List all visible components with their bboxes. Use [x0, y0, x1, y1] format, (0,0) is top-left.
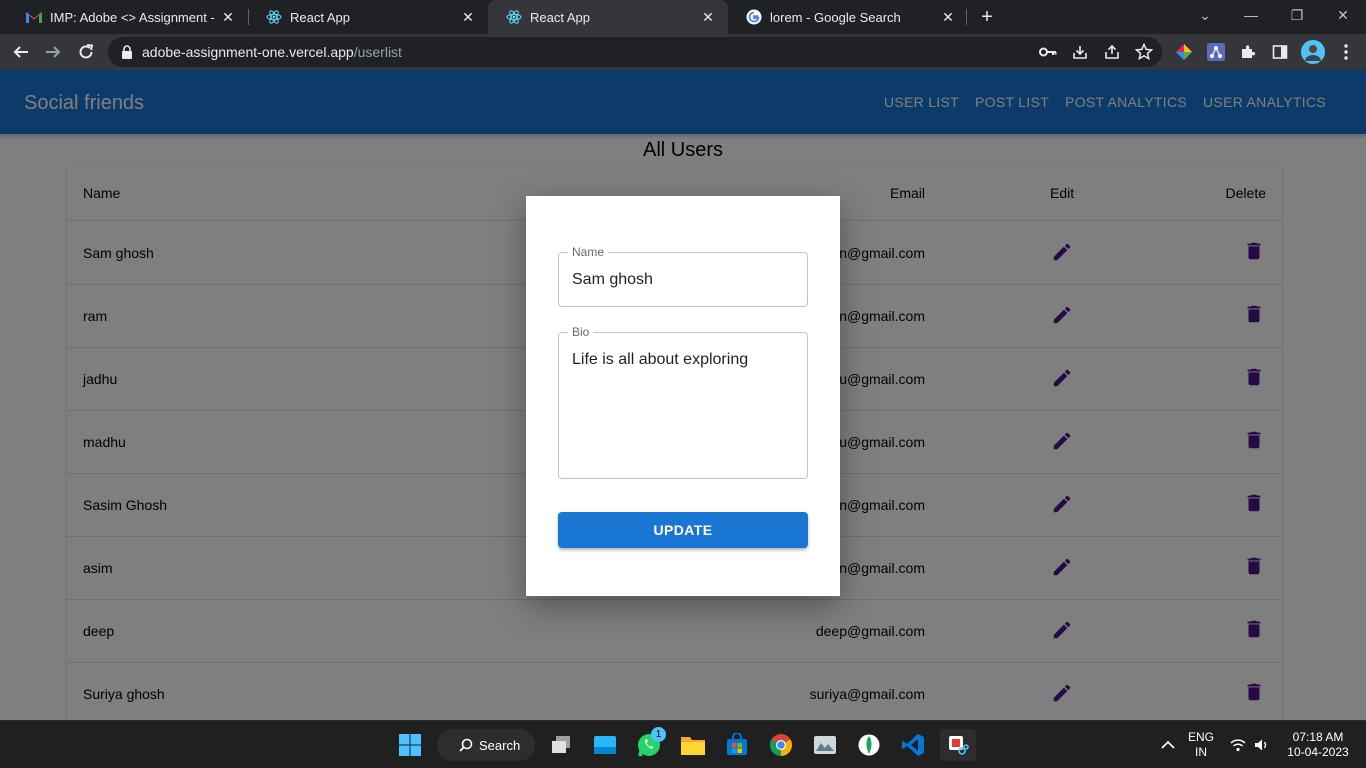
widgets-icon[interactable] [589, 729, 621, 761]
task-view-icon[interactable] [545, 729, 577, 761]
restore-button[interactable]: ❐ [1274, 0, 1320, 30]
language-code: ENG [1187, 730, 1214, 744]
close-tab-icon[interactable]: ✕ [698, 7, 718, 27]
react-icon [266, 9, 282, 25]
bio-field[interactable]: Bio Life is all about exploring [558, 325, 808, 479]
search-label: Search [479, 737, 521, 753]
tab-title: lorem - Google Search [770, 9, 901, 25]
reload-button[interactable] [73, 39, 99, 65]
more-menu-icon[interactable] [1336, 42, 1356, 62]
name-field[interactable]: Name Sam ghosh [558, 245, 808, 307]
bookmark-star-icon[interactable] [1134, 42, 1154, 62]
volume-icon[interactable] [1250, 729, 1274, 761]
forward-button[interactable] [40, 39, 66, 65]
bio-field-label: Bio [568, 325, 594, 339]
new-tab-button[interactable]: + [976, 6, 998, 28]
whatsapp-icon[interactable]: 1 [633, 727, 666, 761]
key-icon[interactable] [1038, 42, 1058, 62]
tab-strip: IMP: Adobe <> Assignment - gh ✕ React Ap… [0, 0, 1366, 34]
back-button[interactable] [8, 39, 34, 65]
chrome-icon[interactable] [765, 729, 797, 761]
wifi-icon[interactable] [1226, 729, 1250, 761]
bio-field-value: Life is all about exploring [572, 351, 749, 368]
browser-toolbar: adobe-assignment-one.vercel.app/userlist [0, 34, 1366, 70]
close-tab-icon[interactable]: ✕ [218, 7, 238, 27]
close-window-button[interactable]: ✕ [1320, 0, 1366, 30]
tab-title: React App [530, 9, 590, 25]
language-region: IN [1195, 745, 1207, 759]
side-panel-icon[interactable] [1270, 42, 1290, 62]
tab-react-app-2[interactable]: React App ✕ [488, 0, 728, 34]
graph-extension-icon[interactable] [1206, 42, 1226, 62]
file-explorer-icon[interactable] [677, 729, 709, 761]
page-viewport: Social friends USER LIST POST LIST POST … [0, 70, 1366, 720]
vscode-icon[interactable] [897, 729, 929, 761]
install-app-icon[interactable] [1070, 42, 1090, 62]
google-icon [746, 9, 762, 25]
search-icon [459, 738, 473, 752]
windows-start-icon[interactable] [394, 729, 426, 761]
tab-title: IMP: Adobe <> Assignment - gh [50, 9, 218, 25]
microsoft-store-icon[interactable] [721, 729, 753, 761]
tab-gmail[interactable]: IMP: Adobe <> Assignment - gh ✕ [8, 0, 248, 34]
snipping-tool-icon[interactable] [940, 729, 976, 761]
address-bar[interactable]: adobe-assignment-one.vercel.app/userlist [108, 37, 1162, 67]
name-field-value: Sam ghosh [572, 271, 653, 288]
clock[interactable]: 07:18 AM 10-04-2023 [1280, 730, 1356, 760]
whatsapp-badge: 1 [651, 727, 666, 742]
clock-time: 07:18 AM [1292, 730, 1344, 744]
close-tab-icon[interactable]: ✕ [458, 7, 478, 27]
taskbar-search[interactable]: Search [437, 729, 535, 761]
tab-separator [966, 9, 967, 25]
color-extension-icon[interactable] [1174, 42, 1194, 62]
language-indicator[interactable]: ENG IN [1184, 730, 1218, 760]
url-text: adobe-assignment-one.vercel.app/userlist [142, 44, 402, 60]
share-icon[interactable] [1102, 42, 1122, 62]
tab-search-chevron-icon[interactable]: ⌄ [1182, 0, 1228, 30]
extensions-puzzle-icon[interactable] [1238, 42, 1258, 62]
tab-google-search[interactable]: lorem - Google Search ✕ [728, 0, 968, 34]
close-tab-icon[interactable]: ✕ [938, 7, 958, 27]
profile-avatar[interactable] [1301, 40, 1325, 64]
mongodb-compass-icon[interactable] [853, 729, 885, 761]
edit-user-modal: Name Sam ghosh Bio Life is all about exp… [526, 196, 840, 596]
minimize-button[interactable]: — [1228, 0, 1274, 30]
show-hidden-icons-chevron[interactable] [1152, 729, 1184, 761]
lock-icon[interactable] [120, 45, 134, 59]
update-button[interactable]: UPDATE [558, 512, 808, 548]
react-icon [506, 9, 522, 25]
name-field-label: Name [568, 245, 609, 259]
photos-app-icon[interactable] [809, 729, 841, 761]
clock-date: 10-04-2023 [1287, 745, 1349, 759]
gmail-icon [26, 9, 42, 25]
tab-title: React App [290, 9, 350, 25]
taskbar: Search 1 ENG IN 07:18 AM 10-04-2023 [0, 720, 1366, 768]
tab-react-app-1[interactable]: React App ✕ [248, 0, 488, 34]
